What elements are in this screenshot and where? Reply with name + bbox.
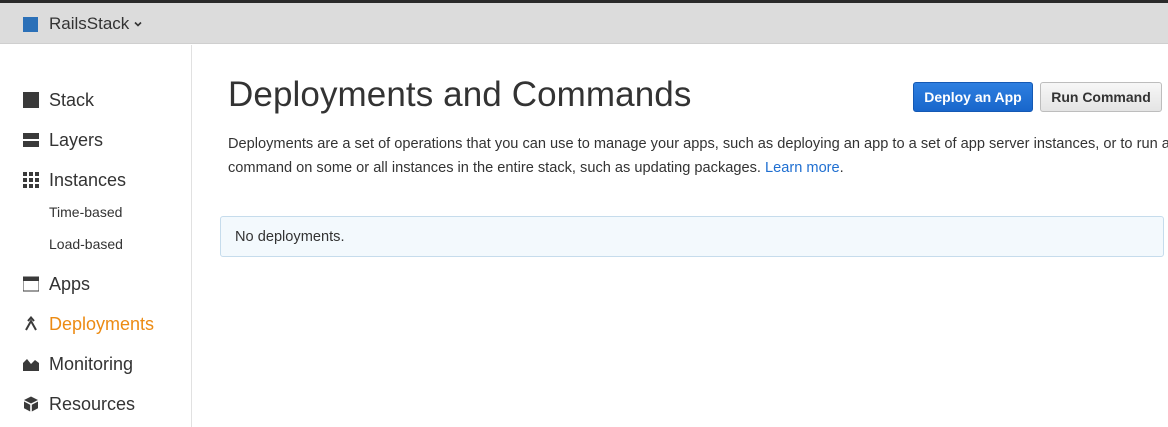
main-content: Deployments and Commands Deploy an App R… xyxy=(192,45,1168,427)
sidebar-item-label: Monitoring xyxy=(49,353,134,374)
sidebar-item-label: Resources xyxy=(49,393,136,414)
resources-icon xyxy=(22,396,39,413)
layers-icon xyxy=(22,132,39,149)
description-text: Deployments are a set of operations that… xyxy=(228,136,1168,176)
deploy-app-button[interactable]: Deploy an App xyxy=(913,82,1033,112)
instances-icon xyxy=(22,172,39,189)
sidebar-item-instances[interactable]: Instances xyxy=(22,168,126,192)
sidebar-item-label: Deployments xyxy=(49,313,155,334)
sidebar-item-resources[interactable]: Resources xyxy=(22,392,135,416)
sidebar-item-label: Layers xyxy=(49,129,104,150)
sidebar-item-stack[interactable]: Stack xyxy=(22,88,94,112)
monitoring-icon xyxy=(22,356,39,373)
sidebar-item-label: Instances xyxy=(49,169,127,190)
description-end: . xyxy=(839,160,844,176)
sidebar-item-layers[interactable]: Layers xyxy=(22,128,103,152)
sidebar-subitem-load-based[interactable]: Load-based xyxy=(49,236,123,252)
sidebar-item-deployments[interactable]: Deployments xyxy=(22,312,154,336)
chevron-down-icon xyxy=(134,21,142,27)
stack-switcher[interactable]: RailsStack xyxy=(23,14,143,34)
sidebar-subitem-time-based[interactable]: Time-based xyxy=(49,204,122,220)
stack-icon xyxy=(22,92,39,109)
page-title: Deployments and Commands xyxy=(228,75,692,114)
top-bar: RailsStack xyxy=(0,3,1168,44)
stack-color-icon xyxy=(23,16,38,32)
run-command-button[interactable]: Run Command xyxy=(1040,82,1162,112)
stack-name: RailsStack xyxy=(49,14,130,33)
sidebar: Stack Layers Instances Time-based Load-b… xyxy=(0,45,192,427)
page-description: Deployments are a set of operations that… xyxy=(228,132,1168,180)
apps-icon xyxy=(22,276,39,293)
sidebar-item-label: Apps xyxy=(49,273,91,294)
sidebar-item-label: Stack xyxy=(49,89,95,110)
sidebar-item-apps[interactable]: Apps xyxy=(22,272,90,296)
empty-state-panel: No deployments. xyxy=(220,216,1164,257)
empty-state-message: No deployments. xyxy=(235,229,345,245)
learn-more-link[interactable]: Learn more xyxy=(765,160,840,176)
deployments-icon xyxy=(22,316,39,333)
sidebar-item-monitoring[interactable]: Monitoring xyxy=(22,352,133,376)
